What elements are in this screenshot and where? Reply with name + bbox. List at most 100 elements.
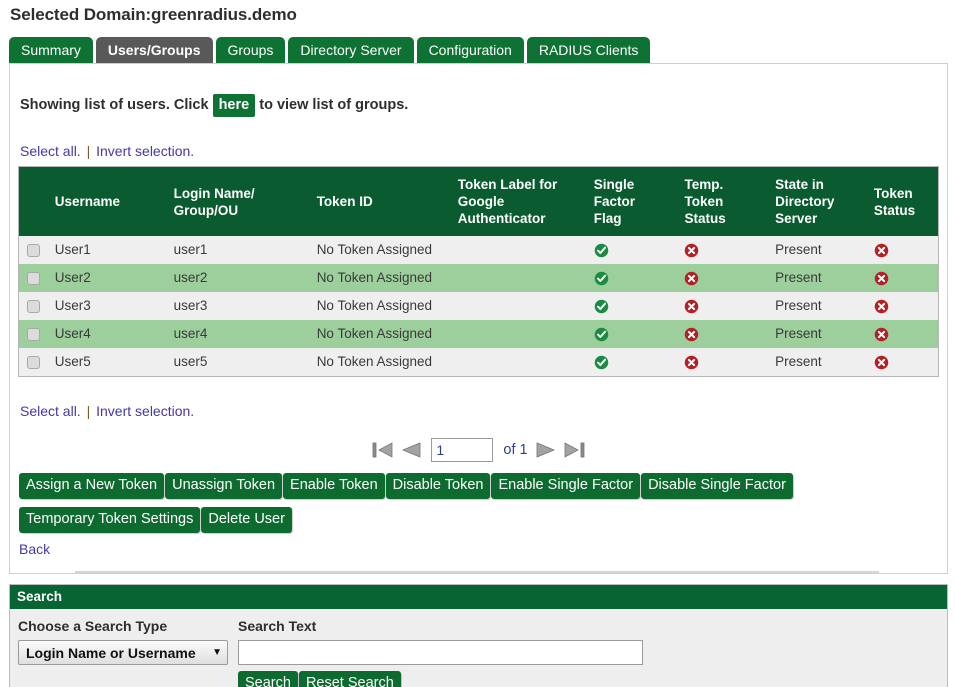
- cell-temp-token-status: [678, 320, 769, 348]
- select-all-link-bottom[interactable]: Select all.: [20, 403, 81, 419]
- search-text-label: Search Text: [238, 618, 317, 634]
- token-status-disabled-icon: [874, 243, 889, 258]
- col-token-label: Token Label for Google Authenticator: [451, 166, 588, 236]
- token-status-disabled-icon: [874, 271, 889, 286]
- invert-selection-link-bottom[interactable]: Invert selection.: [96, 403, 194, 419]
- tab-configuration[interactable]: Configuration: [416, 37, 524, 63]
- cell-single-factor-flag: [588, 236, 679, 264]
- list-notice: Showing list of users. Click here to vie…: [18, 64, 939, 117]
- tab-groups[interactable]: Groups: [215, 37, 286, 63]
- search-inputs-row: Login Name or Username ▼: [18, 637, 939, 665]
- reset-search-button[interactable]: Reset Search: [298, 671, 401, 687]
- action-buttons-row-2: Temporary Token Settings Delete User: [18, 502, 939, 536]
- cell-login-name: user1: [173, 242, 208, 257]
- search-text-cell: [238, 640, 939, 665]
- col-username: Username: [48, 166, 168, 236]
- delete-user-button[interactable]: Delete User: [201, 507, 292, 533]
- cell-single-factor-flag: [588, 320, 679, 348]
- tab-radius-clients[interactable]: RADIUS Clients: [526, 37, 651, 63]
- row-checkbox-cell: [19, 236, 49, 264]
- tab-users-groups[interactable]: Users/Groups: [95, 37, 213, 63]
- assign-new-token-button[interactable]: Assign a New Token: [19, 473, 165, 499]
- selection-links-top: Select all. | Invert selection.: [18, 117, 939, 166]
- row-select-checkbox[interactable]: [27, 327, 40, 341]
- tab-directory-server[interactable]: Directory Server: [288, 37, 414, 63]
- chevron-down-icon: ▼: [212, 647, 222, 658]
- selection-separator-bottom: |: [86, 403, 91, 419]
- row-select-checkbox[interactable]: [27, 271, 40, 285]
- users-table-head: Username Login Name/ Group/OU Token ID T…: [18, 166, 939, 236]
- cell-token-label: [452, 320, 588, 348]
- cell-token-id: No Token Assigned: [316, 270, 433, 285]
- unassign-token-button[interactable]: Unassign Token: [165, 473, 283, 499]
- cell-state-in-directory-server: Present: [775, 242, 822, 257]
- row-checkbox-cell: [19, 348, 49, 377]
- col-state-dir-line3: Server: [775, 211, 818, 226]
- previous-page-icon[interactable]: [399, 439, 423, 461]
- col-checkbox: [18, 166, 49, 236]
- page-root: Selected Domain:greenradius.demo Summary…: [0, 0, 955, 687]
- cell-username: User5: [54, 354, 91, 369]
- search-section-body: Choose a Search Type Search Text Login N…: [10, 609, 947, 687]
- table-row: User5 user5 No Token Assigned Present: [18, 348, 939, 377]
- token-status-disabled-icon: [874, 355, 889, 370]
- select-all-link-top[interactable]: Select all.: [20, 143, 81, 159]
- token-status-disabled-icon: [874, 299, 889, 314]
- cell-login-name: user3: [173, 298, 208, 313]
- enable-single-factor-button[interactable]: Enable Single Factor: [491, 473, 641, 499]
- cell-token-status: [868, 348, 939, 377]
- cell-state-in-directory-server: Present: [775, 298, 822, 313]
- cell-temp-token-status: [678, 236, 769, 264]
- cell-token-status: [868, 264, 939, 292]
- search-type-label: Choose a Search Type: [18, 618, 168, 634]
- search-type-select[interactable]: Login Name or Username ▼: [18, 640, 228, 665]
- here-link-button[interactable]: here: [212, 94, 256, 117]
- invert-selection-link-top[interactable]: Invert selection.: [96, 143, 194, 159]
- temp-token-disabled-icon: [684, 355, 699, 370]
- col-token-status-line1: Token: [873, 185, 913, 201]
- row-checkbox-cell: [19, 320, 49, 348]
- users-table-body: User1 user1 No Token Assigned Present User2 u…: [18, 236, 939, 377]
- cell-login-name: user2: [173, 270, 208, 285]
- single-factor-enabled-icon: [594, 327, 609, 342]
- selection-separator-top: |: [86, 143, 91, 159]
- single-factor-enabled-icon: [594, 299, 609, 314]
- cell-temp-token-status: [678, 292, 769, 320]
- col-single-factor-line3: Flag: [593, 211, 622, 226]
- next-page-icon[interactable]: [534, 439, 558, 461]
- cell-state-in-directory-server: Present: [775, 270, 822, 285]
- enable-token-button[interactable]: Enable Token: [283, 473, 385, 499]
- row-select-checkbox[interactable]: [27, 299, 40, 313]
- cell-single-factor-flag: [588, 292, 679, 320]
- row-select-checkbox[interactable]: [27, 355, 40, 369]
- col-temp-token-status: Temp. Token Status: [678, 166, 770, 236]
- disable-single-factor-button[interactable]: Disable Single Factor: [641, 473, 793, 499]
- temporary-token-settings-button[interactable]: Temporary Token Settings: [19, 507, 201, 533]
- page-number-input[interactable]: [431, 438, 494, 462]
- cell-token-id: No Token Assigned: [316, 326, 433, 341]
- cell-token-label: [452, 264, 588, 292]
- search-text-input[interactable]: [238, 640, 643, 665]
- cell-token-label: [452, 236, 588, 264]
- temp-token-disabled-icon: [684, 327, 699, 342]
- last-page-icon[interactable]: [562, 439, 586, 461]
- search-button[interactable]: Search: [238, 671, 298, 687]
- cell-token-id: No Token Assigned: [316, 298, 433, 313]
- first-page-icon[interactable]: [371, 439, 395, 461]
- col-state-in-directory-server: State in Directory Server: [769, 166, 868, 236]
- cell-token-id: No Token Assigned: [316, 242, 433, 257]
- search-section-title: Search: [10, 585, 947, 609]
- back-link[interactable]: Back: [18, 536, 939, 557]
- disable-token-button[interactable]: Disable Token: [385, 473, 491, 499]
- tab-summary[interactable]: Summary: [9, 37, 93, 63]
- col-state-dir-line1: State in: [775, 177, 824, 192]
- page-title: Selected Domain:greenradius.demo: [10, 5, 297, 24]
- table-header-row: Username Login Name/ Group/OU Token ID T…: [18, 166, 939, 236]
- cell-login-name: user5: [173, 354, 208, 369]
- users-table: Username Login Name/ Group/OU Token ID T…: [18, 166, 939, 377]
- cell-state-in-directory-server: Present: [775, 354, 822, 369]
- cell-username: User3: [54, 298, 91, 313]
- row-select-checkbox[interactable]: [27, 243, 40, 257]
- cell-username: User2: [54, 270, 91, 285]
- col-token-status-line2: Status: [873, 202, 916, 218]
